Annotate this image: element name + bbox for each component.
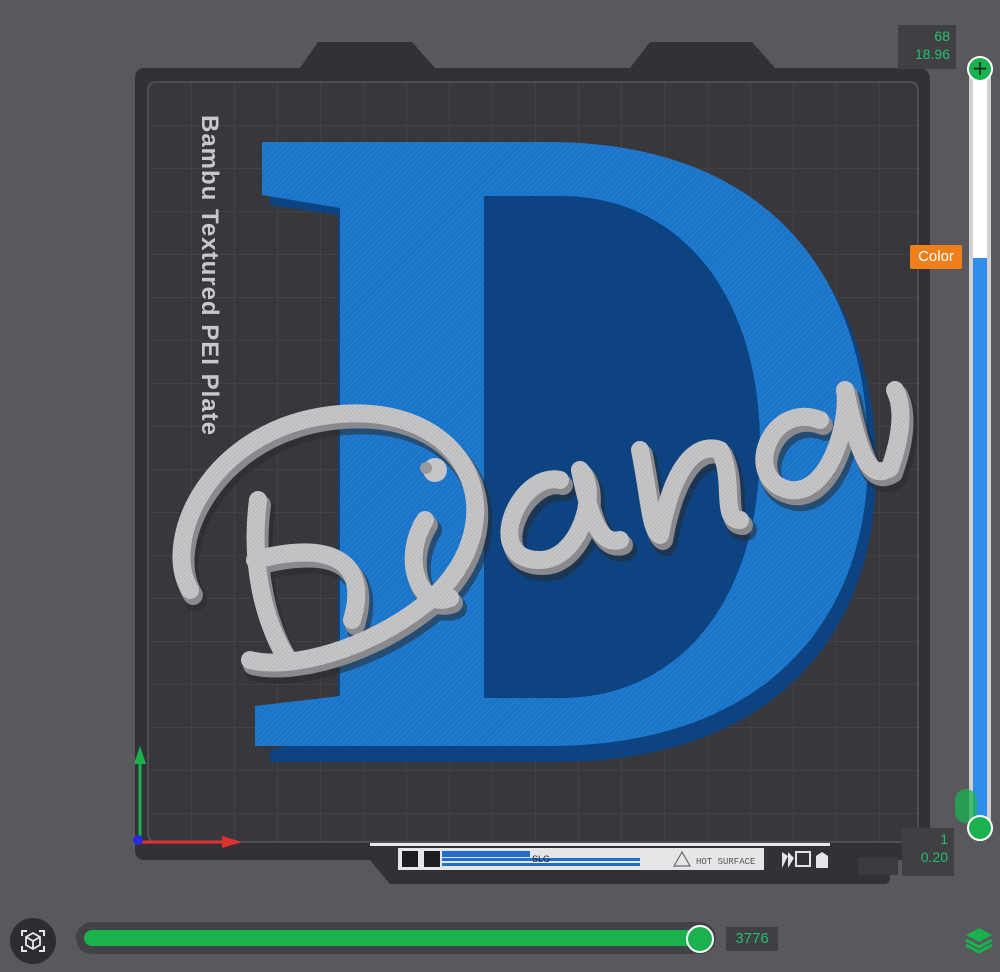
plate-name-text: Bambu Textured PEI Plate [196, 115, 223, 436]
move-slider-track[interactable] [76, 922, 716, 954]
layers-button[interactable] [962, 924, 996, 956]
layer-top-label: 68 18.96 [898, 25, 956, 69]
plate-label-hot: HOT SURFACE [696, 857, 755, 867]
layer-top-height: 18.96 [914, 46, 950, 62]
layer-bottom-height: 0.20 [920, 849, 948, 865]
plus-icon[interactable]: + [972, 56, 989, 80]
scene: Bambu Textured PEI Plate SLG HOT SURFACE [133, 42, 930, 884]
move-slider-thumb[interactable] [686, 925, 714, 953]
move-slider-value: 3776 [726, 927, 778, 951]
move-slider-fill [84, 930, 696, 946]
plate-label-code: SLG [532, 854, 550, 864]
layer-track-color-band [973, 258, 987, 818]
cube-view-icon [21, 930, 45, 952]
color-badge[interactable]: Color [910, 245, 962, 269]
3d-viewport[interactable]: Bambu Textured PEI Plate SLG HOT SURFACE… [0, 0, 1000, 968]
view-toggle-button[interactable] [10, 918, 56, 964]
layer-bottom-thumb[interactable] [967, 815, 993, 841]
layer-top-thumb[interactable]: + [967, 56, 993, 82]
layer-track-upper [973, 68, 987, 258]
layers-icon [965, 928, 993, 954]
layer-bottom-number: 1 [940, 831, 948, 847]
layer-bottom-label: 1 0.20 [902, 828, 954, 876]
layer-top-number: 68 [934, 28, 950, 44]
layer-slider-track[interactable] [969, 68, 991, 828]
